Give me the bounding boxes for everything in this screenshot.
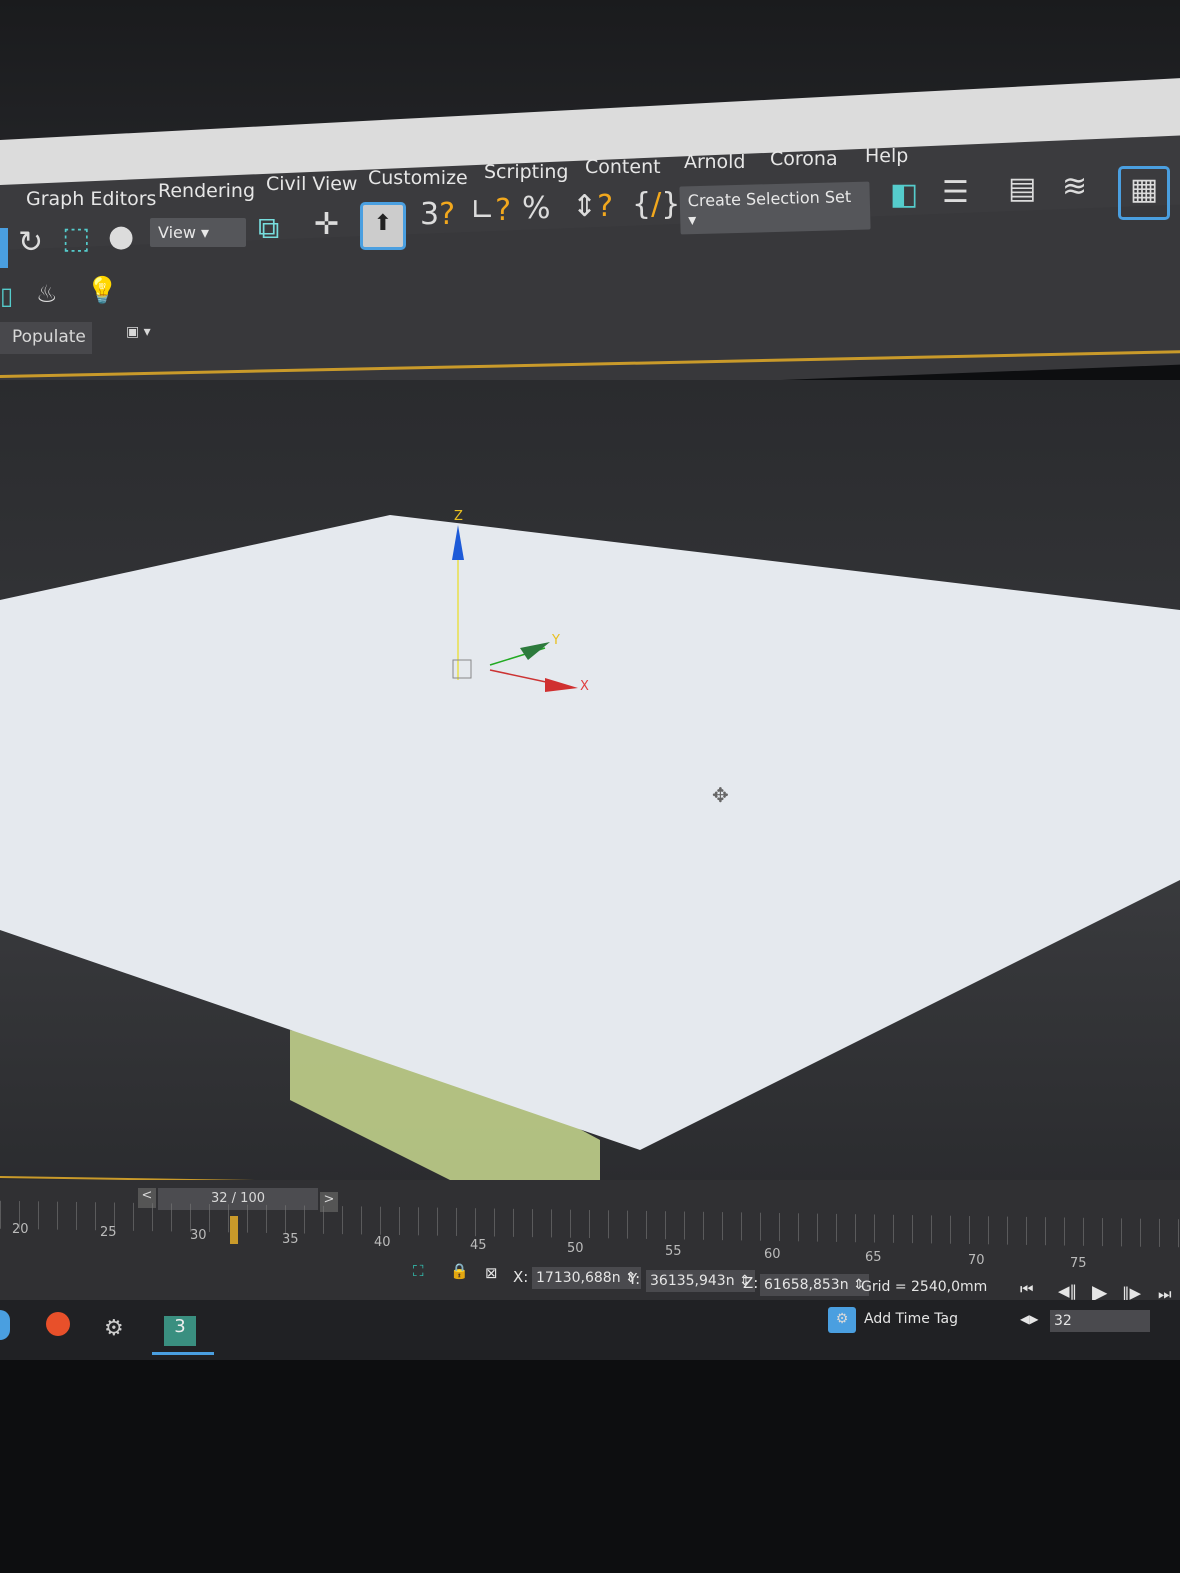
light-bulb-icon[interactable]: 💡 bbox=[86, 278, 118, 304]
tick-label: 75 bbox=[1070, 1256, 1087, 1271]
menu-help[interactable]: Help bbox=[865, 145, 908, 167]
go-to-start-icon[interactable]: ⏮ bbox=[1020, 1280, 1034, 1298]
tick-label: 65 bbox=[865, 1250, 882, 1265]
viewport-scene[interactable]: Z Y X ✥ bbox=[0, 380, 1180, 1190]
lock-icon[interactable]: 🔒 bbox=[450, 1262, 469, 1280]
move-cursor-icon: ✥ bbox=[712, 783, 729, 807]
grid-size: Grid = 2540,0mm bbox=[861, 1279, 988, 1295]
scale-icon[interactable]: ⬚ bbox=[62, 224, 90, 254]
angle-snap-icon[interactable]: ∟? bbox=[470, 196, 511, 226]
ribbon-options-icon[interactable]: ▣ ▾ bbox=[126, 324, 151, 340]
y-coordinate-field[interactable]: 36135,943n ⇕ bbox=[646, 1270, 755, 1292]
tick-label: 55 bbox=[665, 1244, 682, 1259]
ribbon-toggle-icon[interactable]: ▦ bbox=[1118, 166, 1170, 220]
tick-label: 40 bbox=[374, 1235, 391, 1250]
time-tag-icon[interactable]: ⚙ bbox=[828, 1307, 856, 1333]
z-coordinate-field[interactable]: 61658,853n ⇕ bbox=[760, 1274, 869, 1296]
current-frame-field[interactable]: 32 bbox=[1050, 1310, 1150, 1332]
isolate-selection-icon[interactable]: ⛶ bbox=[413, 1262, 424, 1280]
percent-snap-icon[interactable]: % bbox=[522, 194, 551, 224]
tick-label: 25 bbox=[100, 1225, 117, 1240]
select-manipulate-icon[interactable]: ⬆ bbox=[360, 202, 406, 250]
tick-label: 20 bbox=[12, 1222, 29, 1237]
terrain-plane-mesh[interactable] bbox=[0, 515, 1180, 1150]
x-value: 17130,688n bbox=[536, 1270, 621, 1286]
move-icon[interactable]: ✛ bbox=[314, 210, 339, 240]
menu-graph-editors[interactable]: Graph Editors bbox=[26, 188, 156, 210]
selection-set-label: Create Selection Set bbox=[687, 187, 852, 211]
teapot-icon[interactable]: ♨ bbox=[36, 282, 58, 306]
current-frame-marker[interactable] bbox=[230, 1216, 238, 1244]
viewport-perspective[interactable]: Z Y X ✥ bbox=[0, 380, 1180, 1190]
axis-z-label: Z bbox=[454, 509, 463, 524]
taskbar-3dsmax-icon[interactable]: 3 bbox=[164, 1316, 196, 1346]
tick-label: 60 bbox=[764, 1247, 781, 1262]
align-icon[interactable]: ☰ bbox=[942, 178, 969, 208]
x-coordinate-field[interactable]: 17130,688n ⇕ bbox=[532, 1267, 641, 1289]
reference-coordinate-dropdown[interactable]: View ▾ bbox=[150, 218, 246, 247]
frame-value: 32 bbox=[1054, 1313, 1072, 1329]
active-app-indicator bbox=[152, 1352, 214, 1355]
tick-label: 35 bbox=[282, 1232, 299, 1247]
menu-civil-view[interactable]: Civil View bbox=[266, 173, 357, 195]
mirror-icon[interactable]: ◧ bbox=[890, 180, 918, 210]
taskbar-origin-icon[interactable] bbox=[46, 1312, 70, 1336]
axis-y-label: Y bbox=[551, 633, 560, 648]
menu-scripting[interactable]: Scripting bbox=[484, 161, 569, 183]
x-label: X: bbox=[513, 1268, 529, 1286]
add-time-tag-button[interactable]: Add Time Tag bbox=[864, 1311, 958, 1327]
menu-content[interactable]: Content bbox=[585, 156, 661, 178]
snaps-toggle-icon[interactable]: 3? bbox=[420, 200, 455, 230]
pivot-icon[interactable]: ⧉ bbox=[258, 214, 279, 244]
z-value: 61658,853n bbox=[764, 1277, 849, 1293]
key-mode-icon[interactable]: ◀▶ bbox=[1020, 1312, 1038, 1326]
spinner-snap-icon[interactable]: ⇕? bbox=[572, 192, 613, 222]
tick-label: 45 bbox=[470, 1238, 487, 1253]
absolute-mode-icon[interactable]: ⊠ bbox=[485, 1264, 498, 1282]
menu-customize[interactable]: Customize bbox=[368, 167, 468, 189]
place-icon[interactable]: ● bbox=[108, 222, 134, 252]
populate-label: Populate bbox=[12, 327, 86, 347]
frame-icon[interactable]: ▯ bbox=[0, 284, 13, 308]
view-label: View bbox=[158, 223, 196, 242]
select-tool-icon[interactable] bbox=[0, 228, 8, 268]
layer-explorer-icon[interactable]: ≋ bbox=[1062, 172, 1087, 202]
previous-frame-icon[interactable]: ◀‖ bbox=[1058, 1282, 1077, 1300]
edit-named-selection-icon[interactable]: {/} bbox=[632, 190, 680, 220]
tick-label: 70 bbox=[968, 1253, 985, 1268]
rotate-icon[interactable]: ↻ bbox=[18, 228, 43, 258]
taskbar-steam-icon[interactable]: ⚙ bbox=[104, 1316, 124, 1341]
menu-corona[interactable]: Corona bbox=[770, 148, 838, 170]
tick-label: 50 bbox=[567, 1241, 584, 1256]
tick-label: 30 bbox=[190, 1228, 207, 1243]
axis-x-label: X bbox=[580, 679, 589, 694]
z-label: Z: bbox=[743, 1274, 759, 1292]
scene-explorer-icon[interactable]: ▤ bbox=[1008, 174, 1036, 204]
menu-arnold[interactable]: Arnold bbox=[684, 151, 745, 173]
create-selection-set-dropdown[interactable]: Create Selection Set ▾ bbox=[679, 181, 871, 235]
y-value: 36135,943n bbox=[650, 1273, 735, 1289]
y-label: Y: bbox=[628, 1270, 641, 1288]
tab-populate[interactable]: Populate bbox=[0, 322, 92, 354]
menu-rendering[interactable]: Rendering bbox=[158, 180, 255, 202]
